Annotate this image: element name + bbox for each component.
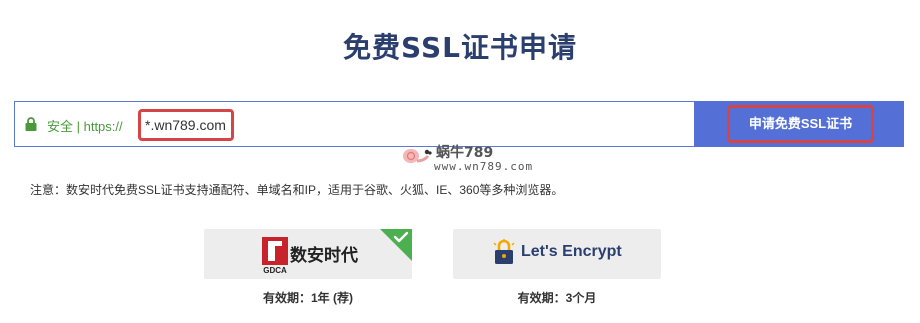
gdca-name: 数安时代 — [290, 246, 358, 266]
ca-option-lets-encrypt[interactable]: Let's Encrypt — [453, 229, 661, 279]
lets-encrypt-validity: 有效期：3个月 — [517, 291, 597, 305]
ca-option-gdca[interactable]: GDCA 数安时代 — [204, 229, 412, 279]
domain-url-bar: 安全 | https:// — [14, 101, 694, 147]
gdca-validity: 有效期：1年 (荐) — [262, 291, 353, 305]
browser-compatibility-notice: 注意：数安时代免费SSL证书支持通配符、单域名和IP，适用于谷歌、火狐、IE、3… — [30, 183, 564, 197]
lets-encrypt-logo-icon — [493, 239, 515, 264]
gdca-logo-text: GDCA — [263, 266, 287, 275]
selected-check-icon — [380, 229, 412, 261]
lets-encrypt-name: Let's Encrypt — [521, 243, 622, 260]
lock-icon — [25, 117, 37, 131]
secure-protocol-label: 安全 | https:// — [47, 119, 123, 134]
gdca-logo-icon: GDCA — [262, 237, 288, 275]
domain-input[interactable] — [138, 109, 234, 141]
ssl-application-page: 免费SSL证书申请 安全 | https:// 申请免费SSL证书 蜗牛789 … — [0, 0, 920, 323]
watermark-name: 蜗牛789 — [436, 145, 494, 161]
apply-button-label: 申请免费SSL证书 — [727, 105, 874, 143]
apply-free-ssl-button[interactable]: 申请免费SSL证书 — [694, 101, 904, 147]
watermark-url: www.wn789.com — [434, 160, 534, 173]
watermark: 蜗牛789 www.wn789.com — [402, 138, 552, 180]
snail-icon — [403, 149, 432, 163]
page-title: 免费SSL证书申请 — [343, 31, 577, 64]
